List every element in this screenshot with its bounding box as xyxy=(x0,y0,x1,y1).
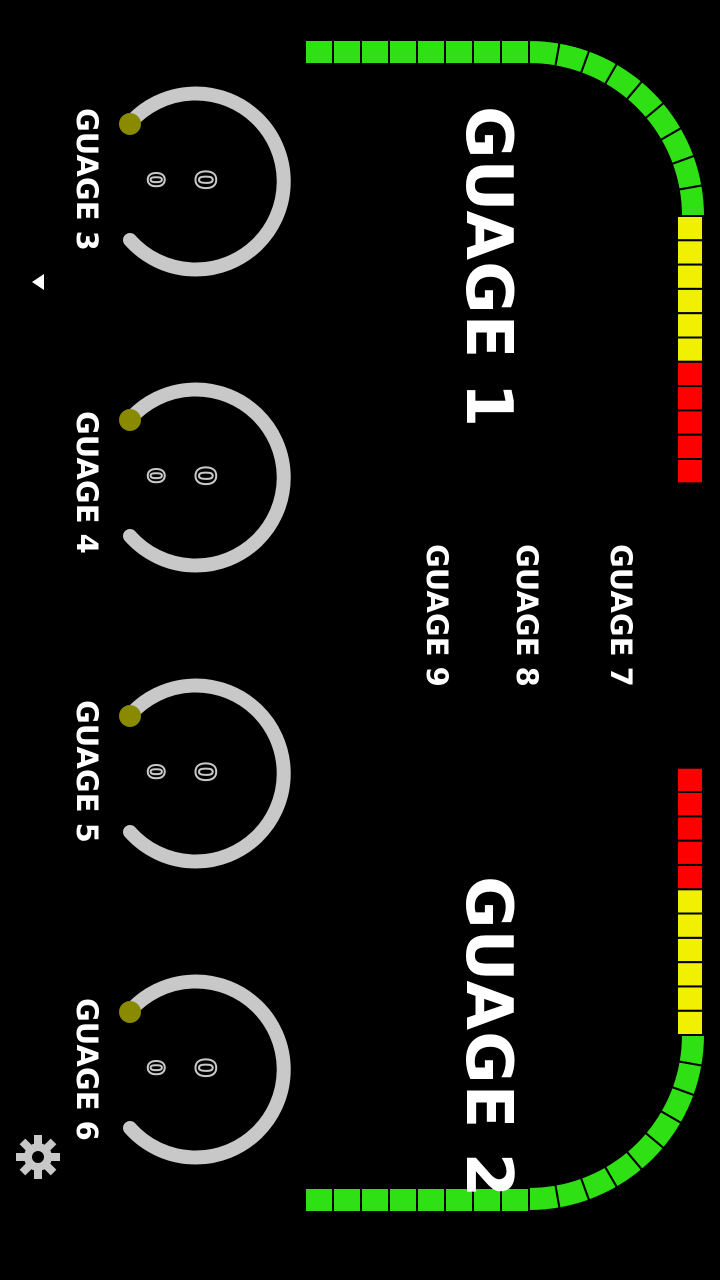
gauge5-label: GUAGE 5 xyxy=(70,700,104,843)
gauge5-subvalue: 0 xyxy=(141,763,168,780)
gauge1-bar-segment xyxy=(472,39,502,65)
gauge2-bar-segment xyxy=(360,1187,390,1213)
gauge8-label: GUAGE 8 xyxy=(510,544,544,687)
gauge6-subvalue: 0 xyxy=(141,1059,168,1076)
gauge4-subvalue: 0 xyxy=(141,467,168,484)
back-arrow-icon[interactable] xyxy=(30,272,46,292)
gauge1-bar-segment xyxy=(304,39,334,65)
gauge3-label: GUAGE 3 xyxy=(70,108,104,251)
gauge1-label: GUAGE 1 xyxy=(451,106,525,429)
gauge2-bar-segment xyxy=(676,766,704,794)
gauge2-bar-segment xyxy=(304,1187,334,1213)
gauge2-bar-segment xyxy=(676,815,704,842)
gauge2-bar-segment xyxy=(332,1187,362,1213)
gauge3-subvalue: 0 xyxy=(141,171,168,188)
gauge2-bar-segment xyxy=(677,1034,707,1067)
gauge2-bar-segment xyxy=(676,888,704,915)
gauge6-label: GUAGE 6 xyxy=(70,998,104,1141)
gauge1-bar-segment xyxy=(676,215,704,242)
gauge2-bar-segment xyxy=(388,1187,418,1213)
gauge2-bar-segment xyxy=(676,791,704,818)
gauge2-bar-segment xyxy=(676,1009,704,1037)
gauge5-value: 0 xyxy=(188,761,223,783)
gauge9-label: GUAGE 9 xyxy=(420,544,454,687)
gauge1-bar-segment xyxy=(388,39,418,65)
gauge1-bar-segment xyxy=(677,184,707,217)
gauge2-label: GUAGE 2 xyxy=(451,876,525,1199)
gauge7-label: GUAGE 7 xyxy=(604,544,638,687)
gauge4-label: GUAGE 4 xyxy=(70,411,104,554)
gauge1-bar-segment xyxy=(676,287,704,315)
gauge1-bar-segment xyxy=(676,433,704,461)
gauge1-bar-segment xyxy=(676,239,704,266)
gauge1-bar-segment xyxy=(676,458,704,485)
gauge1-bar-segment xyxy=(528,38,561,68)
gauge4-value: 0 xyxy=(188,465,223,487)
gear-icon[interactable] xyxy=(14,1127,62,1187)
gauge2-bar-segment xyxy=(676,863,704,891)
gauge1-bar-segment xyxy=(676,263,704,290)
gauge2-bar-segment xyxy=(676,839,704,866)
gauge1-bar-segment xyxy=(676,312,704,339)
gauge6-value: 0 xyxy=(188,1057,223,1079)
gauge2-bar-segment xyxy=(676,912,704,939)
gauge1-bar-segment xyxy=(676,360,704,388)
gauge2-bar-segment xyxy=(416,1187,446,1213)
gauge1-bar-segment xyxy=(416,39,446,65)
gauge2-bar-segment xyxy=(676,936,704,964)
gauge1-bar-segment xyxy=(500,39,530,65)
gauge1-bar-segment xyxy=(444,39,474,65)
gauge1-bar-segment xyxy=(676,385,704,412)
gauge1-bar-segment xyxy=(332,39,362,65)
gauge2-bar-segment xyxy=(528,1183,561,1213)
gauge2-bar-segment xyxy=(676,985,704,1012)
gauge3-value: 0 xyxy=(188,169,223,191)
gauge2-bar-segment xyxy=(676,961,704,988)
gauge1-bar-segment xyxy=(676,409,704,436)
gauge1-bar-segment xyxy=(676,336,704,363)
gauge1-bar-segment xyxy=(360,39,390,65)
